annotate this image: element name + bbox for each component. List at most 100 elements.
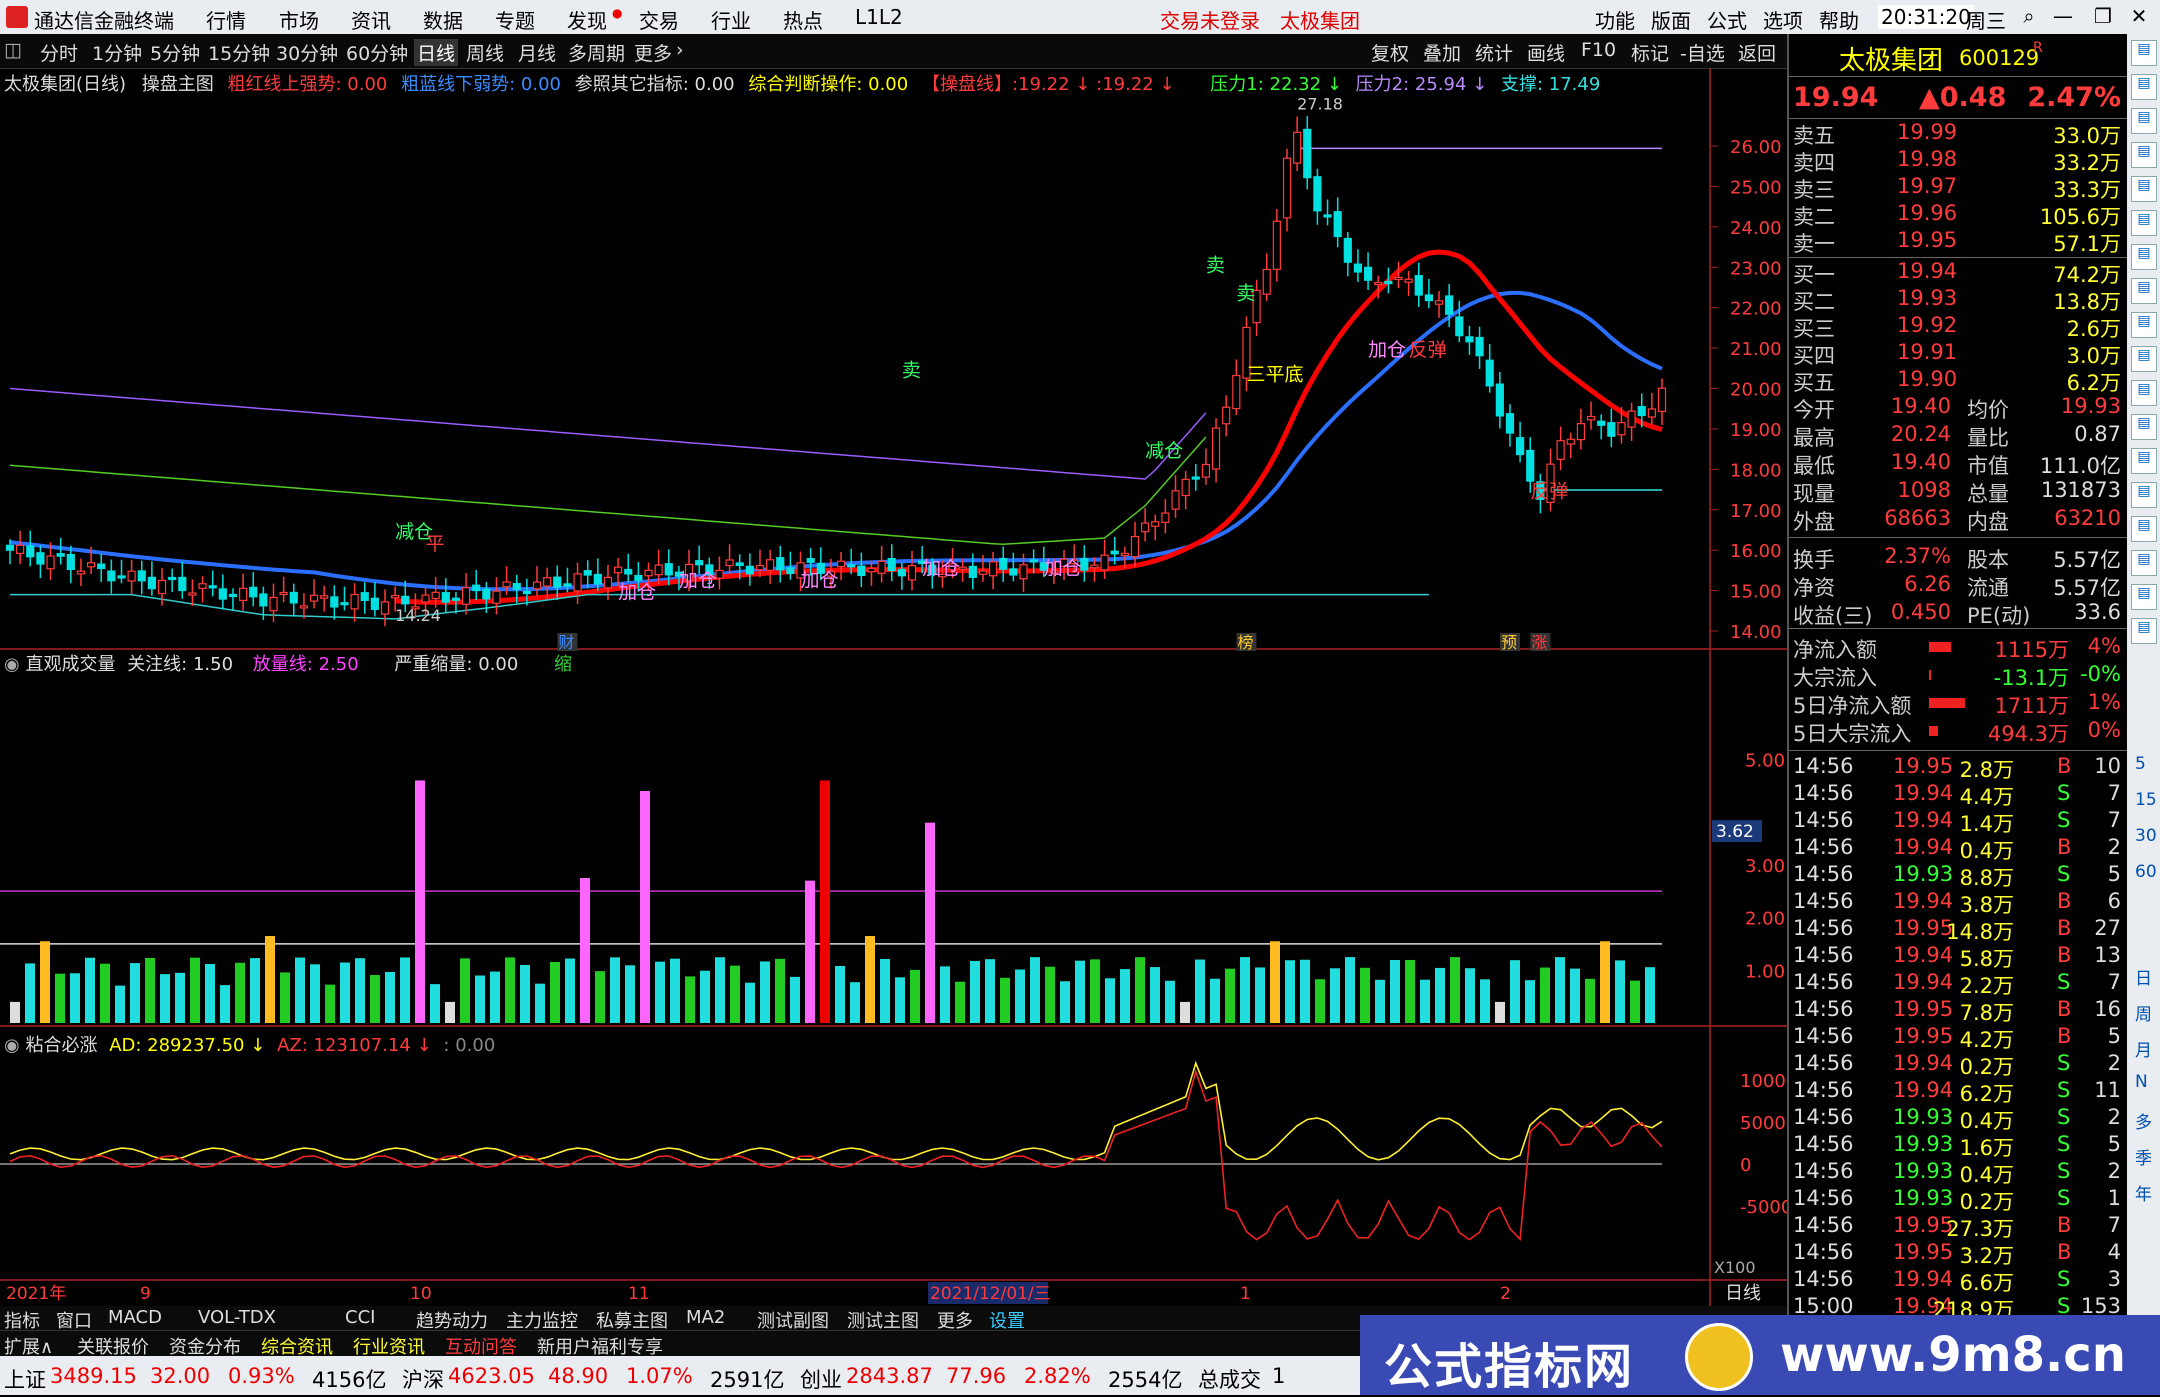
- search-icon[interactable]: ⌕: [2016, 4, 2042, 28]
- sidebar-tool-icon[interactable]: ▤: [2131, 142, 2157, 168]
- sidebar-period-label[interactable]: 月: [2135, 1036, 2152, 1061]
- menu-zixun[interactable]: 资讯: [351, 5, 391, 34]
- event-marker[interactable]: 榜: [1237, 633, 1253, 652]
- menu-faxian[interactable]: 发现: [567, 5, 607, 34]
- period-more[interactable]: 更多: [634, 39, 672, 66]
- sidebar-tool-icon[interactable]: ▤: [2131, 584, 2157, 610]
- menu-shichang[interactable]: 市场: [279, 5, 319, 34]
- menu-jiaoyi[interactable]: 交易: [639, 5, 679, 34]
- chart-area[interactable]: 卖卖减仓反弹三平底卖加仓加仓 加仓加仓 加仓减仓加仓反弹平27.1814.24财榜预…: [0, 68, 1787, 1306]
- sidebar-tool-icon[interactable]: ▤: [2131, 108, 2157, 134]
- btn-tongji[interactable]: 统计: [1475, 39, 1513, 66]
- sidebar-tool-icon[interactable]: ▤: [2131, 244, 2157, 270]
- flow-value: 494.3万: [1987, 722, 2069, 746]
- bid-row[interactable]: 买三 19.92 2.6万: [1789, 313, 2129, 341]
- sidebar-tool-icon[interactable]: ▤: [2131, 40, 2157, 66]
- period-60min[interactable]: 60分钟: [346, 39, 408, 66]
- bid-row[interactable]: 买二 19.93 13.8万: [1789, 286, 2129, 314]
- menu-gongshi[interactable]: 公式: [1707, 5, 1747, 34]
- menu-xuanxiang[interactable]: 选项: [1763, 5, 1803, 34]
- sidebar-period-label[interactable]: N: [2135, 1072, 2148, 1092]
- collapse-icon[interactable]: ◉: [4, 1035, 20, 1056]
- ask-row[interactable]: 卖五 19.99 33.0万: [1789, 120, 2129, 148]
- period-15min[interactable]: 15分钟: [208, 39, 270, 66]
- menu-zhuanti[interactable]: 专题: [495, 5, 535, 34]
- btn-huaxian[interactable]: 画线: [1527, 39, 1565, 66]
- period-1min[interactable]: 1分钟: [92, 39, 142, 66]
- period-daily[interactable]: 日线: [414, 39, 459, 66]
- ask-row[interactable]: 卖三 19.97 33.3万: [1789, 174, 2129, 202]
- period-monthly[interactable]: 月线: [518, 39, 556, 66]
- minimize-icon[interactable]: —: [2050, 4, 2076, 28]
- indicator-tab[interactable]: VOL-TDX: [198, 1307, 276, 1328]
- sidebar-period-label[interactable]: 多: [2135, 1108, 2152, 1133]
- indicator-tab[interactable]: CCI: [345, 1307, 375, 1328]
- restore-icon[interactable]: ❐: [2090, 4, 2116, 28]
- event-marker[interactable]: 涨: [1531, 633, 1547, 652]
- sidebar-tool-icon[interactable]: ▤: [2131, 210, 2157, 236]
- event-marker[interactable]: 预: [1501, 633, 1517, 652]
- period-5min[interactable]: 5分钟: [150, 39, 200, 66]
- sidebar-tool-icon[interactable]: ▤: [2131, 312, 2157, 338]
- indicator-tab[interactable]: MA2: [686, 1307, 725, 1328]
- btn-f10[interactable]: F10: [1581, 39, 1616, 61]
- candle-body: [715, 569, 724, 579]
- sidebar-period-number[interactable]: 15: [2135, 790, 2157, 810]
- period-fenshi[interactable]: 分时: [40, 39, 78, 66]
- menu-hangqing[interactable]: 行情: [206, 5, 246, 34]
- index-name[interactable]: 创业: [800, 1364, 842, 1394]
- trade-status[interactable]: 交易未登录: [1160, 5, 1260, 34]
- sidebar-tool-icon[interactable]: ▤: [2131, 176, 2157, 202]
- sidebar-tool-icon[interactable]: ▤: [2131, 516, 2157, 542]
- sidebar-period-number[interactable]: 30: [2135, 826, 2157, 846]
- menu-shuju[interactable]: 数据: [423, 5, 463, 34]
- toggle-icon[interactable]: ◫: [4, 39, 22, 61]
- chevron-right-icon[interactable]: ›: [676, 39, 684, 61]
- sidebar-period-label[interactable]: 周: [2135, 1000, 2152, 1025]
- bid-row[interactable]: 买五 19.90 6.2万: [1789, 367, 2129, 395]
- y-tick-label: 14.00: [1730, 622, 1782, 643]
- btn-fuquan[interactable]: 复权: [1371, 39, 1409, 66]
- period-multi[interactable]: 多周期: [568, 39, 625, 66]
- index-name[interactable]: 沪深: [402, 1364, 444, 1394]
- sidebar-tool-icon[interactable]: ▤: [2131, 380, 2157, 406]
- sidebar-period-label[interactable]: 年: [2135, 1180, 2152, 1205]
- sidebar-tool-icon[interactable]: ▤: [2131, 482, 2157, 508]
- close-icon[interactable]: ✕: [2126, 4, 2152, 28]
- index-name[interactable]: 上证: [4, 1364, 46, 1394]
- ask-row[interactable]: 卖四 19.98 33.2万: [1789, 147, 2129, 175]
- menu-banmian[interactable]: 版面: [1651, 5, 1691, 34]
- btn-diejia[interactable]: 叠加: [1423, 39, 1461, 66]
- sidebar-period-number[interactable]: 5: [2135, 754, 2146, 774]
- sidebar-period-number[interactable]: 60: [2135, 862, 2157, 882]
- ask-row[interactable]: 卖二 19.96 105.6万: [1789, 201, 2129, 229]
- sidebar-tool-icon[interactable]: ▤: [2131, 618, 2157, 644]
- sidebar-tool-icon[interactable]: ▤: [2131, 346, 2157, 372]
- sidebar-tool-icon[interactable]: ▤: [2131, 448, 2157, 474]
- sidebar-tool-icon[interactable]: ▤: [2131, 550, 2157, 576]
- sidebar-period-label[interactable]: 日: [2135, 964, 2152, 989]
- bid-row[interactable]: 买四 19.91 3.0万: [1789, 340, 2129, 368]
- menu-bangzhu[interactable]: 帮助: [1819, 5, 1859, 34]
- sidebar-period-label[interactable]: 季: [2135, 1144, 2152, 1169]
- btn-fanhui[interactable]: 返回: [1738, 39, 1776, 66]
- sidebar-tool-icon[interactable]: ▤: [2131, 414, 2157, 440]
- period-weekly[interactable]: 周线: [466, 39, 504, 66]
- btn-biaoji[interactable]: 标记: [1631, 39, 1669, 66]
- btn-zixuan[interactable]: -自选: [1680, 39, 1725, 66]
- menu-l1l2[interactable]: L1L2: [855, 5, 903, 29]
- tick-volume: 0.2万: [1959, 1055, 2014, 1079]
- sidebar-tool-icon[interactable]: ▤: [2131, 278, 2157, 304]
- collapse-icon[interactable]: ◉: [4, 654, 20, 675]
- indicator-tab[interactable]: MACD: [108, 1307, 162, 1328]
- bid-row[interactable]: 买一 19.94 74.2万: [1789, 259, 2129, 287]
- period-30min[interactable]: 30分钟: [276, 39, 338, 66]
- menu-gongneng[interactable]: 功能: [1595, 5, 1635, 34]
- menu-hangye[interactable]: 行业: [711, 5, 751, 34]
- menu-redian[interactable]: 热点: [783, 5, 823, 34]
- ask-row[interactable]: 卖一 19.95 57.1万: [1789, 228, 2129, 256]
- volume-title[interactable]: 直观成交量: [25, 654, 115, 675]
- sidebar-tool-icon[interactable]: ▤: [2131, 74, 2157, 100]
- ad-title[interactable]: 粘合必涨: [25, 1035, 97, 1056]
- candle-body: [461, 587, 471, 605]
